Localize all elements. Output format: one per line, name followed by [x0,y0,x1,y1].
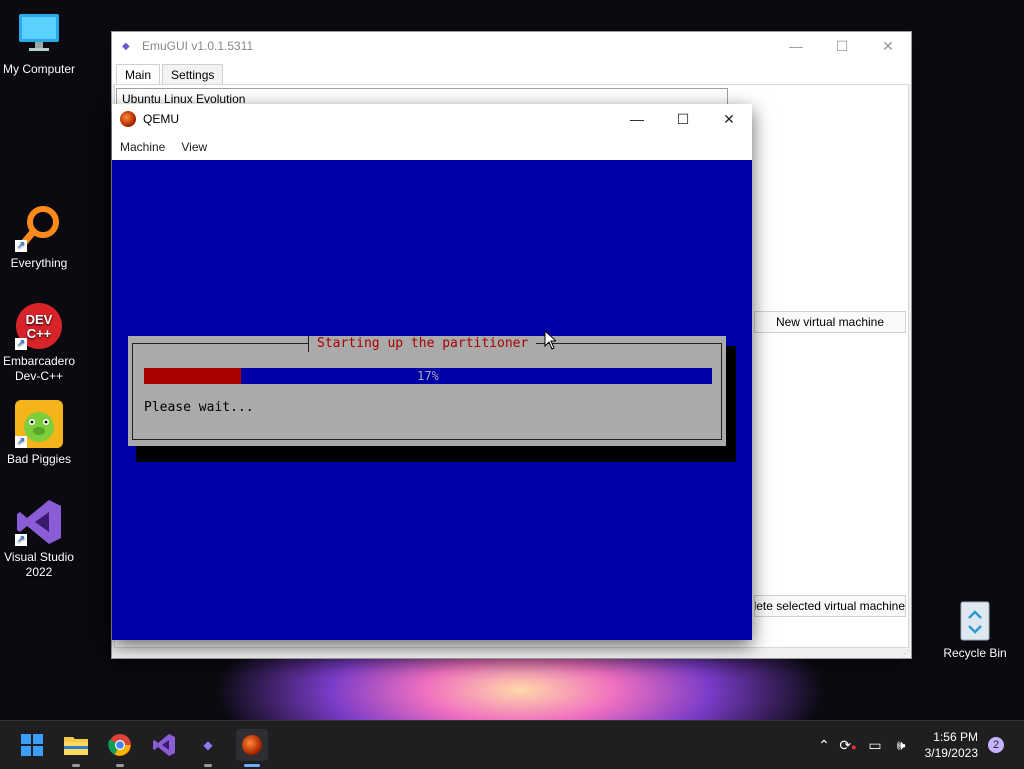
qemu-menubar: Machine View [112,134,752,160]
maximize-icon: ☐ [835,37,849,54]
qemu-titlebar[interactable]: QEMU — ☐ ✕ [112,104,752,134]
taskbar-qemu[interactable] [236,729,268,767]
chrome-icon [108,734,131,756]
minimize-button[interactable]: — [614,104,660,134]
running-indicator [116,764,124,767]
active-indicator [244,764,260,767]
volume-icon[interactable]: 🕪 [888,737,914,754]
start-button[interactable] [16,729,48,761]
desktop-icon-recycle-bin[interactable]: Recycle Bin [940,598,1010,660]
shortcut-arrow-icon: ↗ [15,534,27,546]
close-button[interactable]: ✕ [865,32,911,60]
tab-main[interactable]: Main [116,64,161,84]
desktop-icon-my-computer[interactable]: My Computer [0,10,79,77]
menu-view[interactable]: View [173,140,215,154]
recycle-bin-icon [955,598,995,642]
close-icon: ✕ [723,110,735,127]
taskbar-clock[interactable]: 1:56 PM 3/19/2023 [925,729,978,761]
emugui-tabbar: Main Settings [112,60,911,84]
taskbar-chrome[interactable] [104,729,136,767]
emugui-app-icon: ◆ [122,40,130,52]
dialog-message: Please wait... [144,400,254,415]
svg-text:C++: C++ [27,326,52,341]
maximize-icon: ☐ [676,110,690,127]
desktop-icon-everything[interactable]: ↗ Everything [0,204,79,271]
desktop-icon-devcpp[interactable]: DEV C++ ↗ Embarcadero Dev-C++ [0,302,79,384]
sync-icon[interactable]: ⟳● [834,737,862,754]
taskbar: ◆ ⌃ ⟳● ▭ 🕪 1:56 PM 3/19/2023 2 [0,720,1024,769]
recycle-bin-label: Recycle Bin [943,646,1007,660]
shortcut-arrow-icon: ↗ [15,338,27,350]
visual-studio-icon [153,734,175,756]
minimize-icon: — [789,38,803,54]
progress-label: 17% [417,369,439,383]
emugui-titlebar[interactable]: ◆ EmuGUI v1.0.1.5311 — ☐ ✕ [112,32,911,60]
svg-text:DEV: DEV [26,312,53,327]
maximize-button[interactable]: ☐ [660,104,706,134]
dialog-title: Starting up the partitioner [308,336,537,352]
desktop-icon-label-line1: Embarcadero [2,354,76,368]
delete-vm-button[interactable]: Delete selected virtual machine [754,595,906,617]
progress-bar: 17% [144,368,712,384]
close-button[interactable]: ✕ [706,104,752,134]
close-icon: ✕ [882,37,894,54]
emugui-title: EmuGUI v1.0.1.5311 [142,39,254,53]
qemu-window: QEMU — ☐ ✕ Machine View Starting up the … [112,104,752,640]
shortcut-arrow-icon: ↗ [15,240,27,252]
desktop-icon-label-line2: 2022 [25,565,53,579]
file-explorer-icon [64,737,88,755]
emugui-icon: ◆ [203,738,213,752]
running-indicator [204,764,212,767]
magnifier-icon: ↗ [15,204,63,252]
taskbar-file-explorer[interactable] [60,729,92,767]
monitor-icon [15,10,63,58]
devcpp-icon: DEV C++ ↗ [15,302,63,350]
maximize-button[interactable]: ☐ [819,32,865,60]
clock-date: 3/19/2023 [924,746,978,760]
start-icon [21,734,43,756]
clock-time: 1:56 PM [933,730,978,744]
desktop-icon-label-line2: Dev-C++ [14,369,64,383]
taskbar-visual-studio[interactable] [148,729,180,761]
bad-piggies-icon: ↗ [15,400,63,448]
desktop-icon-visual-studio[interactable]: ↗ Visual Studio 2022 [0,498,79,580]
resize-grip-icon[interactable]: ⋰ [901,649,909,658]
notification-badge[interactable]: 2 [988,737,1004,753]
vm-display[interactable]: Starting up the partitioner 17% Please w… [112,160,752,640]
chevron-up-icon[interactable]: ⌃ [814,737,834,754]
menu-machine[interactable]: Machine [112,140,173,154]
desktop-icon-label: Bad Piggies [6,452,72,466]
desktop-icon-label-line1: Visual Studio [4,550,74,564]
minimize-button[interactable]: — [773,32,819,60]
desktop-icon-bad-piggies[interactable]: ↗ Bad Piggies [0,400,79,467]
running-indicator [72,764,80,767]
desktop-icon-label: Everything [10,256,68,270]
dialog-border [132,343,722,440]
qemu-app-icon [120,111,136,127]
visual-studio-icon: ↗ [15,498,63,546]
network-icon[interactable]: ▭ [862,737,888,754]
shortcut-arrow-icon: ↗ [15,436,27,448]
minimize-icon: — [630,111,644,127]
qemu-icon [242,735,262,755]
desktop-icon-label: My Computer [2,62,76,76]
new-vm-button[interactable]: New virtual machine [754,311,906,333]
mouse-cursor-icon [544,329,558,353]
partitioner-dialog: Starting up the partitioner 17% Please w… [128,336,726,446]
qemu-title: QEMU [143,112,179,126]
system-tray: ⌃ ⟳● ▭ 🕪 [814,721,914,769]
tab-settings[interactable]: Settings [162,64,224,84]
taskbar-emugui[interactable]: ◆ [192,729,224,767]
